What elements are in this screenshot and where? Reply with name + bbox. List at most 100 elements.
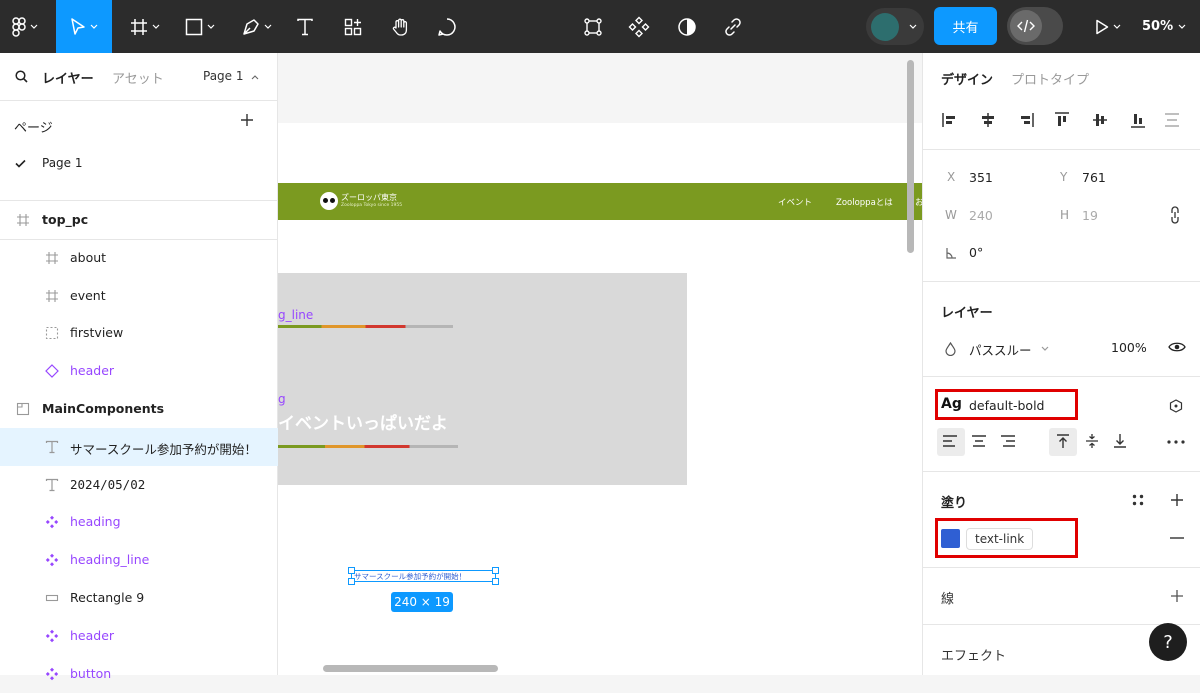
text-tool-button[interactable]: [288, 0, 322, 53]
component-edit-button[interactable]: [576, 0, 610, 53]
align-top-icon[interactable]: [1053, 111, 1071, 129]
layer-label: 2024/05/02: [70, 476, 146, 492]
layer-row[interactable]: heading: [0, 503, 278, 541]
comment-tool-button[interactable]: [430, 0, 464, 53]
shape-tool-button[interactable]: [176, 0, 224, 53]
fill-color-swatch[interactable]: [941, 529, 960, 548]
zoom-menu[interactable]: 50%: [1142, 0, 1186, 53]
link-button[interactable]: [716, 0, 750, 53]
layer-row[interactable]: MainComponents: [0, 390, 278, 428]
layer-row[interactable]: firstview: [0, 314, 278, 352]
text-align-center-icon[interactable]: [971, 434, 987, 448]
hand-tool-button[interactable]: [384, 0, 418, 53]
fill-style-chip[interactable]: text-link: [966, 528, 1034, 550]
toolbar: 共有 50%: [0, 0, 1200, 53]
check-icon: [15, 159, 26, 168]
main-menu-button[interactable]: [0, 0, 50, 53]
eye-icon[interactable]: [1168, 341, 1186, 353]
align-bottom-icon[interactable]: [1129, 111, 1147, 129]
move-tool-icon: [71, 17, 85, 35]
chevron-down-icon: [152, 24, 160, 29]
y-input[interactable]: 761: [1082, 170, 1106, 185]
layer-row[interactable]: heading_line: [0, 541, 278, 579]
add-fill-icon[interactable]: [1170, 493, 1184, 507]
page-selector[interactable]: Page 1: [203, 69, 259, 83]
align-right-icon[interactable]: [1017, 111, 1035, 129]
rotation-input[interactable]: 0°: [969, 245, 983, 260]
vertical-align-bottom-icon[interactable]: [1112, 433, 1128, 449]
layer-row[interactable]: header: [0, 352, 278, 390]
move-tool-button[interactable]: [56, 0, 112, 53]
vertical-align-top-icon[interactable]: [1055, 433, 1071, 449]
pen-tool-button[interactable]: [234, 0, 280, 53]
tab-prototype[interactable]: プロトタイプ: [1011, 69, 1089, 88]
align-vertical-center-icon[interactable]: [1091, 111, 1109, 129]
width-input[interactable]: 240: [969, 208, 993, 223]
page-item-label: Page 1: [42, 156, 83, 170]
vertical-align-middle-icon[interactable]: [1084, 433, 1100, 449]
remove-fill-icon[interactable]: [1170, 537, 1184, 539]
align-left-icon[interactable]: [941, 111, 959, 129]
layer-label: サマースクール参加予約が開始！: [70, 441, 257, 457]
layer-row[interactable]: top_pc: [0, 201, 278, 239]
component-icon: [44, 666, 60, 682]
add-page-icon[interactable]: [240, 113, 254, 127]
layer-row[interactable]: about: [0, 239, 278, 277]
multiplayer-avatar-menu[interactable]: [866, 8, 924, 45]
height-input[interactable]: 19: [1082, 208, 1098, 223]
actions-button[interactable]: [336, 0, 370, 53]
text-align-left-icon[interactable]: [942, 434, 958, 448]
layer-row[interactable]: Rectangle 9: [0, 579, 278, 617]
align-horizontal-center-icon[interactable]: [979, 111, 997, 129]
page-item-page-1[interactable]: Page 1: [0, 149, 278, 179]
layer-row[interactable]: サマースクール参加予約が開始！: [0, 427, 278, 466]
component-label-heading: g: [278, 392, 286, 406]
create-component-button[interactable]: [622, 0, 656, 53]
panda-logo-icon: [320, 192, 338, 210]
add-stroke-icon[interactable]: [1170, 589, 1184, 603]
style-library-icon[interactable]: [1132, 494, 1144, 506]
detach-style-icon[interactable]: [1169, 399, 1183, 413]
tab-design[interactable]: デザイン: [941, 69, 993, 88]
share-button[interactable]: 共有: [934, 7, 997, 45]
divider: [923, 567, 1200, 568]
horizontal-scrollbar[interactable]: [323, 665, 498, 672]
text-style-name[interactable]: default-bold: [969, 398, 1044, 413]
selected-text-layer[interactable]: サマースクール参加予約が開始！: [348, 567, 499, 585]
layer-section-heading: レイヤー: [941, 306, 993, 321]
layer-row[interactable]: 2024/05/02: [0, 466, 278, 504]
help-button[interactable]: ?: [1149, 623, 1187, 661]
present-button[interactable]: [1088, 0, 1128, 53]
search-icon[interactable]: [15, 70, 28, 83]
site-title: ズーロッパ東京: [341, 193, 397, 202]
resize-handle[interactable]: [492, 578, 499, 585]
blend-mode-select[interactable]: パススルー: [969, 340, 1032, 359]
layer-row[interactable]: event: [0, 277, 278, 315]
resize-handle[interactable]: [348, 567, 355, 574]
canvas[interactable]: ズーロッパ東京 Zooloppa Tokyo since 1955 イベント Z…: [278, 53, 922, 675]
opacity-input[interactable]: 100%: [1111, 340, 1147, 355]
constrain-proportions-icon[interactable]: [1170, 205, 1180, 225]
pen-tool-icon: [243, 18, 259, 35]
text-align-right-icon[interactable]: [1000, 434, 1016, 448]
left-panel-tabs: レイヤー アセット Page 1: [0, 53, 278, 101]
mask-icon: [678, 17, 696, 36]
layer-row[interactable]: button: [0, 655, 278, 693]
chevron-down-icon: [1113, 24, 1121, 29]
frame-tool-button[interactable]: [122, 0, 168, 53]
x-input[interactable]: 351: [969, 170, 993, 185]
site-header-instance[interactable]: ズーロッパ東京 Zooloppa Tokyo since 1955 イベント Z…: [278, 183, 922, 220]
play-icon: [1096, 19, 1109, 34]
x-label: X: [947, 170, 956, 184]
layer-row[interactable]: header: [0, 617, 278, 655]
tab-assets[interactable]: アセット: [112, 68, 164, 87]
resize-handle[interactable]: [492, 567, 499, 574]
distribute-icon[interactable]: [1163, 111, 1181, 129]
mask-button[interactable]: [670, 0, 704, 53]
more-options-icon[interactable]: [1167, 440, 1185, 444]
dev-mode-toggle[interactable]: [1007, 7, 1063, 45]
vertical-scrollbar[interactable]: [907, 60, 914, 253]
main-components-frame[interactable]: g_line g イベントいっぱいだよ: [278, 273, 687, 485]
tab-layers[interactable]: レイヤー: [42, 68, 94, 87]
resize-handle[interactable]: [348, 578, 355, 585]
